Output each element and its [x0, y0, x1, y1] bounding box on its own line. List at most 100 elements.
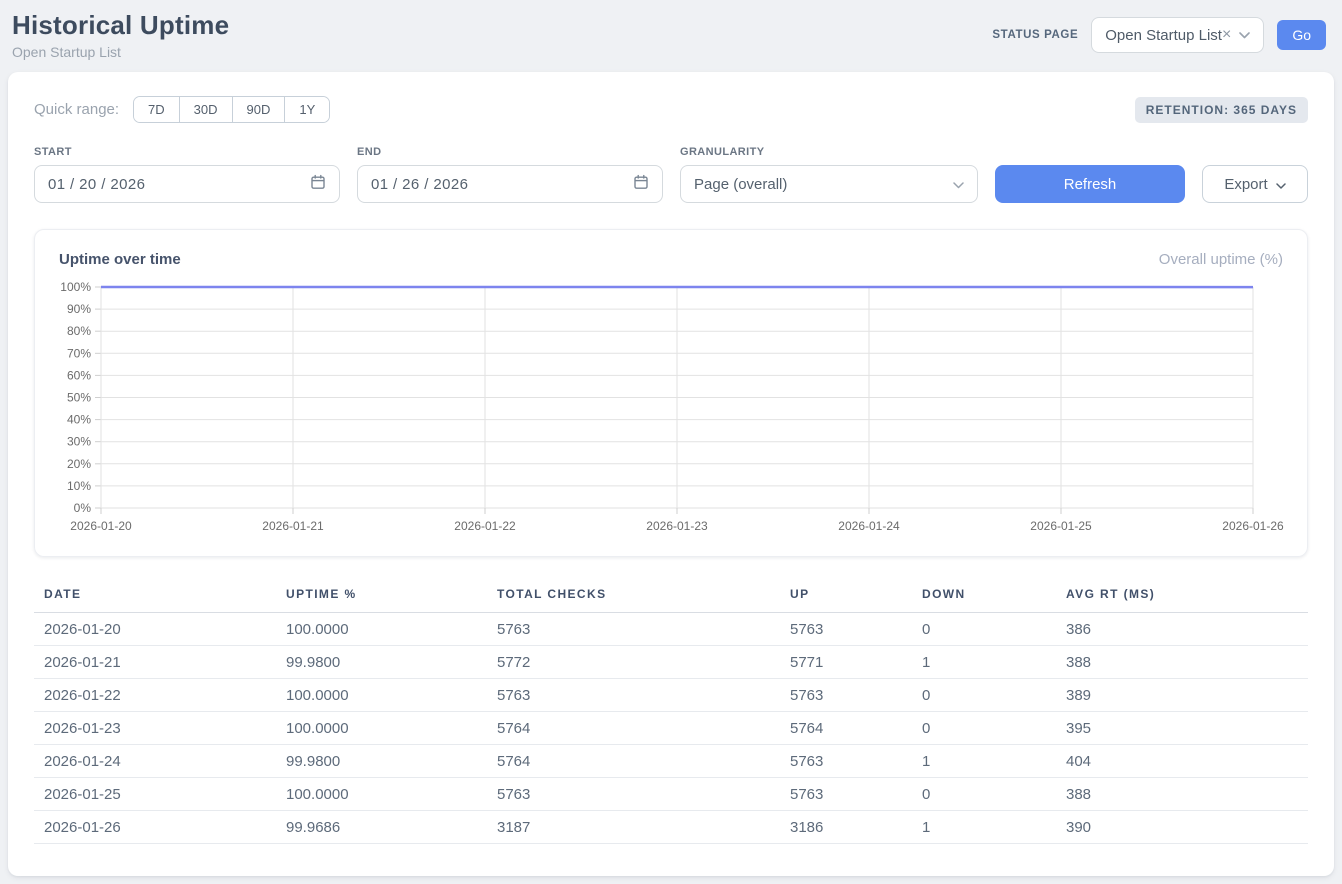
table-cell: 5764: [487, 712, 780, 745]
svg-text:90%: 90%: [67, 302, 91, 316]
main-panel: Quick range: 7D 30D 90D 1Y RETENTION: 36…: [8, 72, 1334, 876]
filter-fields-row: START 01 / 20 / 2026 END 01 / 26 / 2026 …: [34, 146, 1308, 203]
chevron-down-icon: [1276, 176, 1286, 193]
table-cell: 390: [1056, 811, 1308, 844]
table-header-row: DATEUPTIME %TOTAL CHECKSUPDOWNAVG RT (MS…: [34, 579, 1308, 613]
table-cell: 5764: [487, 745, 780, 778]
topbar: Historical Uptime Open Startup List STAT…: [0, 0, 1342, 62]
table-cell: 386: [1056, 613, 1308, 646]
table-cell: 395: [1056, 712, 1308, 745]
calendar-icon[interactable]: [633, 174, 649, 194]
table-cell: 5764: [780, 712, 912, 745]
start-date-field: START 01 / 20 / 2026: [34, 146, 340, 203]
table-cell: 1: [912, 811, 1056, 844]
granularity-select[interactable]: Page (overall): [680, 165, 978, 203]
table-cell: 2026-01-25: [34, 778, 276, 811]
chevron-down-icon: [1239, 32, 1250, 39]
status-page-select[interactable]: Open Startup List ×: [1091, 17, 1264, 53]
table-cell: 2026-01-21: [34, 646, 276, 679]
quick-range-90d-button[interactable]: 90D: [232, 97, 285, 122]
granularity-field: GRANULARITY Page (overall): [680, 146, 978, 203]
column-header: UP: [780, 579, 912, 613]
table-cell: 388: [1056, 778, 1308, 811]
page-title: Historical Uptime: [12, 10, 229, 41]
table-cell: 0: [912, 613, 1056, 646]
start-date-input[interactable]: 01 / 20 / 2026: [34, 165, 340, 203]
table-cell: 100.0000: [276, 778, 487, 811]
table-cell: 5763: [780, 613, 912, 646]
svg-text:100%: 100%: [60, 280, 91, 294]
svg-text:2026-01-20: 2026-01-20: [70, 519, 132, 533]
quick-range-30d-button[interactable]: 30D: [179, 97, 232, 122]
topbar-right: STATUS PAGE Open Startup List × Go: [992, 17, 1326, 53]
chart-header: Uptime over time Overall uptime (%): [35, 230, 1307, 278]
table-row: 2026-01-2199.9800577257711388: [34, 646, 1308, 679]
table-cell: 99.9800: [276, 646, 487, 679]
status-page-label: STATUS PAGE: [992, 29, 1078, 41]
table-cell: 1: [912, 646, 1056, 679]
table-cell: 5763: [487, 778, 780, 811]
column-header: DATE: [34, 579, 276, 613]
table-cell: 2026-01-24: [34, 745, 276, 778]
title-block: Historical Uptime Open Startup List: [12, 10, 229, 60]
calendar-icon[interactable]: [310, 174, 326, 194]
table-cell: 100.0000: [276, 613, 487, 646]
end-date-input[interactable]: 01 / 26 / 2026: [357, 165, 663, 203]
refresh-button[interactable]: Refresh: [995, 165, 1185, 203]
svg-text:2026-01-22: 2026-01-22: [454, 519, 516, 533]
quick-range-row: Quick range: 7D 30D 90D 1Y RETENTION: 36…: [34, 96, 1308, 123]
table-cell: 5763: [780, 679, 912, 712]
svg-text:2026-01-24: 2026-01-24: [838, 519, 900, 533]
table-cell: 100.0000: [276, 679, 487, 712]
column-header: AVG RT (MS): [1056, 579, 1308, 613]
table-row: 2026-01-23100.0000576457640395: [34, 712, 1308, 745]
table-cell: 5763: [487, 679, 780, 712]
chart-legend: Overall uptime (%): [1159, 251, 1283, 268]
table-cell: 1: [912, 745, 1056, 778]
uptime-chart-card: Uptime over time Overall uptime (%) 0% 10…: [34, 229, 1308, 557]
table-cell: 389: [1056, 679, 1308, 712]
table-cell: 2026-01-23: [34, 712, 276, 745]
table-row: 2026-01-25100.0000576357630388: [34, 778, 1308, 811]
go-button[interactable]: Go: [1277, 20, 1326, 50]
svg-text:2026-01-26: 2026-01-26: [1222, 519, 1284, 533]
table-cell: 388: [1056, 646, 1308, 679]
granularity-label: GRANULARITY: [680, 146, 978, 158]
quick-range-group: 7D 30D 90D 1Y: [133, 96, 330, 123]
table-cell: 5763: [487, 613, 780, 646]
svg-text:2026-01-23: 2026-01-23: [646, 519, 708, 533]
svg-text:10%: 10%: [67, 479, 91, 493]
table-cell: 5763: [780, 745, 912, 778]
table-row: 2026-01-22100.0000576357630389: [34, 679, 1308, 712]
table-cell: 2026-01-22: [34, 679, 276, 712]
quick-range-7d-button[interactable]: 7D: [134, 97, 179, 122]
column-header: DOWN: [912, 579, 1056, 613]
end-label: END: [357, 146, 663, 158]
clear-icon[interactable]: ×: [1222, 27, 1231, 43]
table-cell: 0: [912, 712, 1056, 745]
table-cell: 2026-01-20: [34, 613, 276, 646]
granularity-value: Page (overall): [694, 176, 787, 193]
table-cell: 3187: [487, 811, 780, 844]
retention-badge: RETENTION: 365 DAYS: [1135, 97, 1308, 123]
svg-text:70%: 70%: [67, 346, 91, 360]
quick-range-label: Quick range:: [34, 101, 119, 118]
table-cell: 5772: [487, 646, 780, 679]
table-cell: 2026-01-26: [34, 811, 276, 844]
table-cell: 99.9686: [276, 811, 487, 844]
export-button[interactable]: Export: [1202, 165, 1308, 203]
svg-text:2026-01-25: 2026-01-25: [1030, 519, 1092, 533]
table-cell: 100.0000: [276, 712, 487, 745]
export-label: Export: [1224, 176, 1267, 193]
uptime-line-chart: 0%10%20%30%40%50%60%70%80%90%100%2026-01…: [35, 278, 1307, 540]
column-header: UPTIME %: [276, 579, 487, 613]
svg-text:0%: 0%: [74, 501, 92, 515]
table-cell: 0: [912, 679, 1056, 712]
end-date-field: END 01 / 26 / 2026: [357, 146, 663, 203]
svg-text:2026-01-21: 2026-01-21: [262, 519, 324, 533]
table-row: 2026-01-2499.9800576457631404: [34, 745, 1308, 778]
quick-range-1y-button[interactable]: 1Y: [284, 97, 329, 122]
table-row: 2026-01-2699.9686318731861390: [34, 811, 1308, 844]
svg-text:40%: 40%: [67, 413, 91, 427]
table-cell: 3186: [780, 811, 912, 844]
